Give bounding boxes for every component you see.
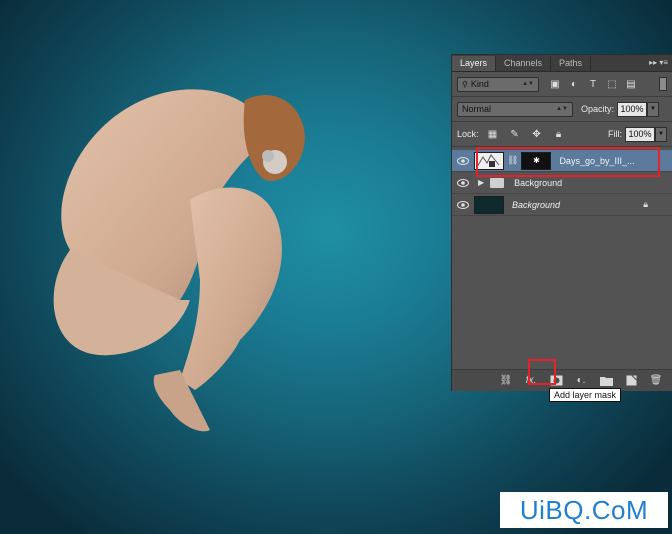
lock-icon: 🔒︎ (643, 199, 648, 209)
layer-thumbnail (474, 195, 504, 214)
smart-object-filter-icon[interactable]: ▤ (623, 77, 639, 92)
opacity-label: Opacity: (581, 104, 615, 114)
filter-row: ⚲ Kind ▲▼ ▣ ◐ T ⬚ ▤ (452, 72, 672, 96)
visibility-eye-icon[interactable] (452, 200, 474, 209)
layer-name: Background (514, 177, 563, 188)
lock-all-icon[interactable]: 🔒︎ (551, 127, 567, 142)
trash-icon[interactable]: 🗑︎ (648, 374, 664, 388)
new-group-icon[interactable] (598, 374, 614, 388)
visibility-eye-icon[interactable] (452, 178, 474, 187)
adjustment-filter-icon[interactable]: ◐ (566, 77, 582, 92)
expand-arrow-icon[interactable]: ▶ (478, 178, 484, 187)
blend-mode-select[interactable]: Normal ▲▼ (457, 101, 573, 117)
lock-move-icon[interactable]: ✥ (529, 127, 545, 142)
type-filter-icon[interactable]: T (585, 77, 601, 92)
shape-filter-icon[interactable]: ⬚ (604, 77, 620, 92)
highlight-mask-button-box (528, 359, 556, 385)
fill-label: Fill: (608, 129, 622, 139)
highlight-layer-box (476, 147, 660, 177)
search-icon: ⚲ (462, 79, 468, 89)
tab-paths[interactable]: Paths (551, 56, 592, 71)
updown-icon: ▲▼ (556, 106, 568, 112)
tab-layers[interactable]: Layers (452, 56, 497, 71)
link-layers-icon[interactable]: ⛓ (498, 374, 514, 388)
updown-icon: ▲▼ (522, 81, 534, 87)
blend-row: Normal ▲▼ Opacity: 100% ▼ (452, 97, 672, 121)
filter-kind-label: Kind (470, 79, 489, 89)
adjustment-layer-icon[interactable]: ◐. (573, 374, 589, 388)
layer-row-background[interactable]: Background 🔒︎ (452, 194, 672, 216)
tooltip: Add layer mask (549, 388, 622, 402)
pixel-filter-icon[interactable]: ▣ (547, 77, 563, 92)
lock-transparent-icon[interactable]: ▦ (485, 127, 501, 142)
fill-input[interactable]: 100% (625, 126, 655, 142)
panel-tabbar: Layers Channels Paths ▸▸ ▾≡ (452, 55, 672, 72)
tab-channels[interactable]: Channels (496, 56, 552, 71)
watermark: UiBQ.CoM (500, 492, 668, 528)
layers-panel: Layers Channels Paths ▸▸ ▾≡ ⚲ Kind ▲▼ ▣ … (451, 54, 672, 391)
visibility-eye-icon[interactable] (452, 156, 474, 165)
filter-kind-select[interactable]: ⚲ Kind ▲▼ (457, 76, 539, 92)
layer-name: Background (512, 199, 561, 210)
folder-icon (490, 177, 505, 188)
opacity-slider-toggle[interactable]: ▼ (647, 101, 660, 117)
panel-menu-icon[interactable]: ▸▸ ▾≡ (649, 58, 668, 67)
curled-figure-image (53, 89, 305, 432)
opacity-input[interactable]: 100% (617, 101, 648, 117)
blend-mode-value: Normal (462, 104, 492, 114)
new-layer-icon[interactable] (623, 374, 639, 388)
lock-label: Lock: (457, 129, 479, 139)
lock-brush-icon[interactable]: ✎ (507, 127, 523, 142)
lock-row: Lock: ▦ ✎ ✥ 🔒︎ Fill: 100% ▼ (452, 122, 672, 146)
fill-slider-toggle[interactable]: ▼ (655, 126, 667, 142)
filter-toggle-icon[interactable] (659, 77, 667, 91)
